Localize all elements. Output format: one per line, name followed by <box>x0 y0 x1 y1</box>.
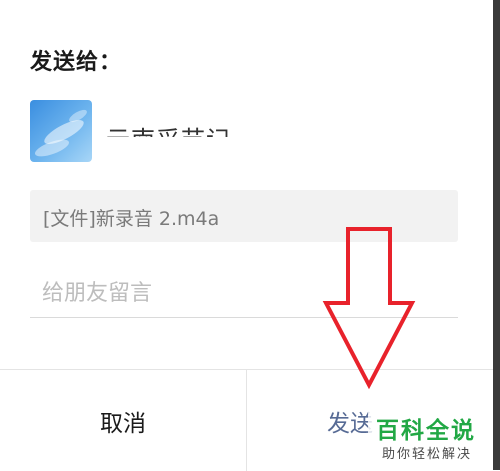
recipient-avatar <box>30 100 92 162</box>
cancel-button[interactable]: 取消 <box>0 370 246 471</box>
share-dialog: 发送给： 云南采节记 [文件]新录音 2.m4a 取消 发送 <box>0 0 493 471</box>
cancel-button-label: 取消 <box>100 410 146 437</box>
down-arrow-annotation-icon <box>322 227 416 390</box>
send-button-label: 发送 <box>327 410 373 437</box>
watermark-subtitle: 助你轻松解决 <box>382 447 473 462</box>
recipient-name-text: 云南采节记 <box>106 120 231 137</box>
recipient-name: 云南采节记 <box>106 112 246 137</box>
file-label: [文件]新录音 2.m4a <box>43 208 220 230</box>
screen-edge <box>493 0 500 470</box>
dialog-title: 发送给： <box>30 50 123 75</box>
watermark: 百科全说 助你轻松解决 <box>368 408 493 470</box>
watermark-title: 百科全说 <box>376 418 476 444</box>
